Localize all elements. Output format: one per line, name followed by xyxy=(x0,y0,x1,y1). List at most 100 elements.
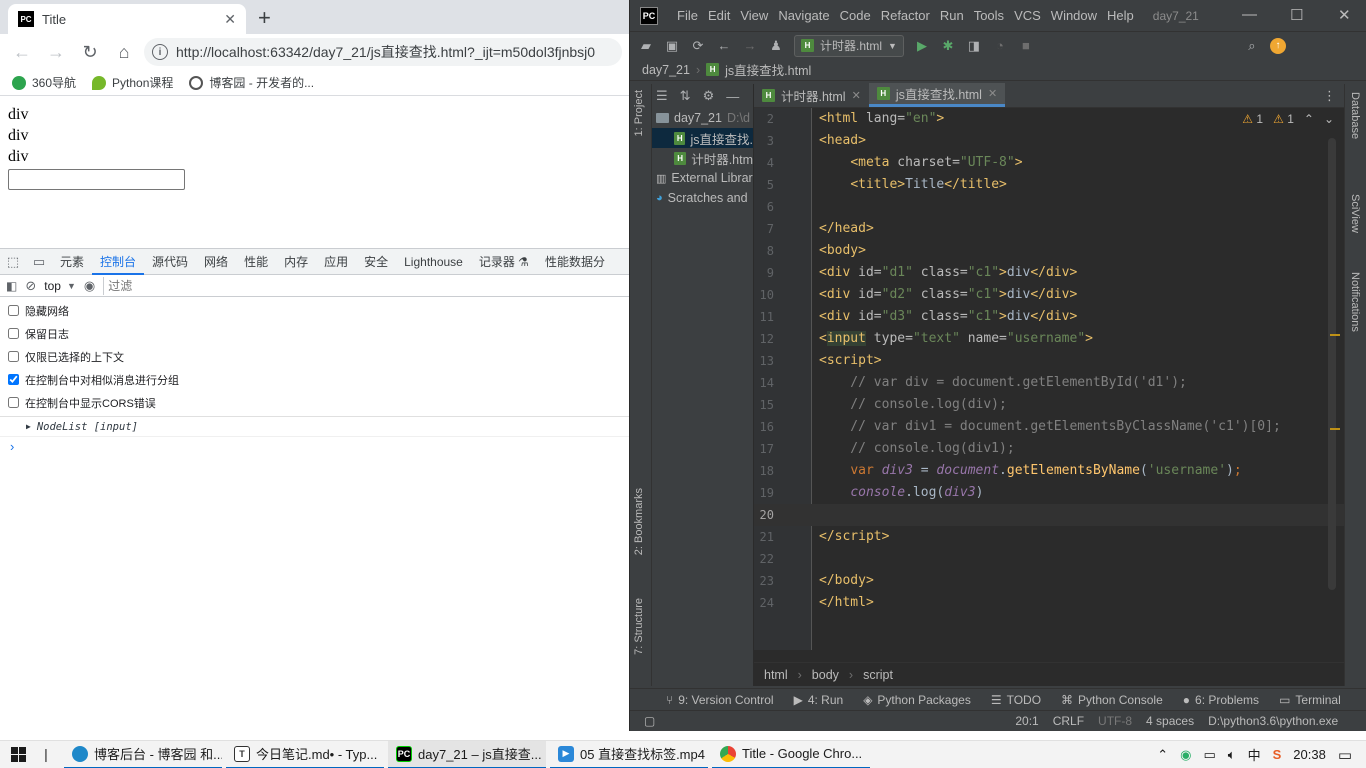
warning-marker[interactable] xyxy=(1330,428,1340,430)
eye-icon[interactable]: ◉ xyxy=(84,278,95,294)
menu-view[interactable]: View xyxy=(735,8,773,23)
setting-group-similar[interactable]: 在控制台中对相似消息进行分组 xyxy=(0,368,630,391)
bookmark-python[interactable]: Python课程 xyxy=(92,74,173,91)
menu-refactor[interactable]: Refactor xyxy=(876,8,935,23)
tab-recorder[interactable]: 记录器 ⚗ xyxy=(471,249,537,275)
taskbar-app-pycharm[interactable]: PC day7_21 – js直接查... xyxy=(388,740,546,768)
tool-tab-structure[interactable]: 7: Structure xyxy=(633,598,645,655)
editor-tab-timer[interactable]: H 计时器.html ✕ xyxy=(754,83,869,107)
volume-icon[interactable]: 🔈︎ xyxy=(1228,747,1236,763)
editor-tab-js[interactable]: H js直接查找.html ✕ xyxy=(868,83,1006,107)
expand-triangle-icon[interactable]: ▶ xyxy=(26,422,31,431)
tree-item-project-root[interactable]: day7_21 D:\d xyxy=(652,108,753,128)
menu-file[interactable]: File xyxy=(672,8,703,23)
profile-icon[interactable]: ◔ xyxy=(992,38,1008,54)
console-prompt[interactable]: › xyxy=(0,437,630,457)
new-tab-icon[interactable]: + xyxy=(258,5,271,31)
crumb-script[interactable]: script xyxy=(863,668,893,682)
tool-tab-sciview[interactable]: SciView xyxy=(1349,194,1361,233)
device-toolbar-icon[interactable]: ▭ xyxy=(26,249,52,275)
sidebar-toggle-icon[interactable]: ◧ xyxy=(6,279,17,293)
home-icon[interactable]: ⌂ xyxy=(110,38,138,66)
gear-icon[interactable]: ⚙ xyxy=(703,88,715,104)
editor-scrollbar[interactable] xyxy=(1328,138,1336,590)
console-message[interactable]: ▶ NodeList [input] xyxy=(0,417,630,437)
crumb-html[interactable]: html xyxy=(764,668,788,682)
tool-tab-bookmarks[interactable]: 2: Bookmarks xyxy=(633,488,645,555)
bookmark-360[interactable]: 360导航 xyxy=(12,74,76,91)
back-icon[interactable]: ← xyxy=(8,38,36,66)
search-icon[interactable]: ⌕ xyxy=(1244,38,1260,54)
filter-input[interactable] xyxy=(103,276,624,295)
menu-help[interactable]: Help xyxy=(1102,8,1139,23)
username-input[interactable] xyxy=(8,169,185,190)
setting-hide-network[interactable]: 隐藏网络 xyxy=(0,299,630,322)
user-icon[interactable]: ♟ xyxy=(768,38,784,54)
close-icon[interactable]: ✕ xyxy=(1338,6,1351,24)
taskbar-app-chrome[interactable]: Title - Google Chro... xyxy=(712,741,870,768)
tree-item-external-libraries[interactable]: ▥ External Librar xyxy=(652,168,753,188)
taskbar-app-video[interactable]: ▶ 05 直接查找标签.mp4 xyxy=(550,741,708,768)
menu-navigate[interactable]: Navigate xyxy=(773,8,834,23)
caret-position[interactable]: 20:1 xyxy=(1015,714,1038,728)
save-icon[interactable]: ▣ xyxy=(664,38,680,54)
reload-icon[interactable]: ↻ xyxy=(76,38,104,66)
setting-preserve-log[interactable]: 保留日志 xyxy=(0,322,630,345)
network-icon[interactable]: ▭ xyxy=(1203,747,1215,763)
clear-console-icon[interactable]: ⊘ xyxy=(25,278,36,294)
bookmark-cnblogs[interactable]: 博客园 - 开发者的... xyxy=(189,74,314,91)
menu-window[interactable]: Window xyxy=(1046,8,1102,23)
tab-performance-insights[interactable]: 性能数据分 xyxy=(537,249,613,275)
task-view-icon[interactable]: ❘ xyxy=(36,747,56,763)
tool-python-packages[interactable]: ◈ Python Packages xyxy=(863,693,971,707)
hide-icon[interactable]: — xyxy=(726,89,739,104)
setting-cors-errors[interactable]: 在控制台中显示CORS错误 xyxy=(0,391,630,414)
checkbox[interactable] xyxy=(8,397,19,408)
back-icon[interactable]: ← xyxy=(716,38,732,54)
inspect-icon[interactable]: ⬚ xyxy=(0,249,26,275)
menu-code[interactable]: Code xyxy=(835,8,876,23)
tool-python-console[interactable]: ⌘ Python Console xyxy=(1061,693,1163,707)
tab-security[interactable]: 安全 xyxy=(356,249,396,275)
sync-icon[interactable]: ⟳ xyxy=(690,38,706,54)
taskbar-app-edge[interactable]: 博客后台 - 博客园 和... xyxy=(64,741,222,768)
checkbox[interactable] xyxy=(8,374,19,385)
more-icon[interactable]: ⋮ xyxy=(1323,88,1344,104)
tab-network[interactable]: 网络 xyxy=(196,249,236,275)
close-icon[interactable]: ✕ xyxy=(224,11,236,28)
interpreter[interactable]: D:\python3.6\python.exe xyxy=(1208,714,1338,728)
chevron-up-icon[interactable]: ⌃ xyxy=(1157,747,1168,763)
tool-tab-notifications[interactable]: Notifications xyxy=(1349,272,1361,332)
run-config-select[interactable]: H 计时器.html ▼ xyxy=(794,34,904,57)
file-encoding[interactable]: UTF-8 xyxy=(1098,714,1132,728)
line-separator[interactable]: CRLF xyxy=(1053,714,1084,728)
tab-lighthouse[interactable]: Lighthouse xyxy=(396,249,471,275)
tool-tab-database[interactable]: Database xyxy=(1349,92,1361,139)
update-icon[interactable]: ↑ xyxy=(1269,37,1286,54)
open-folder-icon[interactable]: ▰ xyxy=(638,38,654,54)
tree-item-scratches[interactable]: ◕ Scratches and xyxy=(652,188,753,208)
close-icon[interactable]: ✕ xyxy=(988,87,997,100)
tree-item-timer-file[interactable]: H 计时器.htm xyxy=(652,148,753,168)
forward-icon[interactable]: → xyxy=(42,38,70,66)
checkbox[interactable] xyxy=(8,351,19,362)
notification-icon[interactable]: ▭ xyxy=(1338,746,1352,764)
coverage-icon[interactable]: ◨ xyxy=(966,38,982,54)
indent-setting[interactable]: 4 spaces xyxy=(1146,714,1194,728)
checkbox[interactable] xyxy=(8,328,19,339)
tab-sources[interactable]: 源代码 xyxy=(144,249,196,275)
wechat-icon[interactable]: ◉ xyxy=(1180,747,1191,763)
stop-icon[interactable]: ■ xyxy=(1018,38,1034,54)
collapse-icon[interactable]: ☰ xyxy=(656,88,668,104)
tool-problems[interactable]: ● 6: Problems xyxy=(1183,693,1259,707)
browser-tab[interactable]: PC Title ✕ xyxy=(8,4,246,34)
sogou-icon[interactable]: S xyxy=(1273,747,1282,762)
code-editor[interactable]: ⚠ 1 ⚠ 1 ⌃ ⌄ 2 <html lang="en"> 3 <head> 4 … xyxy=(754,108,1344,650)
tool-tab-project[interactable]: 1: Project xyxy=(633,90,645,136)
minimize-icon[interactable]: — xyxy=(1242,6,1257,23)
maximize-icon[interactable]: ☐ xyxy=(1290,6,1303,24)
setting-selected-context[interactable]: 仅限已选择的上下文 xyxy=(0,345,630,368)
tab-application[interactable]: 应用 xyxy=(316,249,356,275)
menu-edit[interactable]: Edit xyxy=(703,8,735,23)
scroll-from-source-icon[interactable]: ⇅ xyxy=(680,88,691,104)
